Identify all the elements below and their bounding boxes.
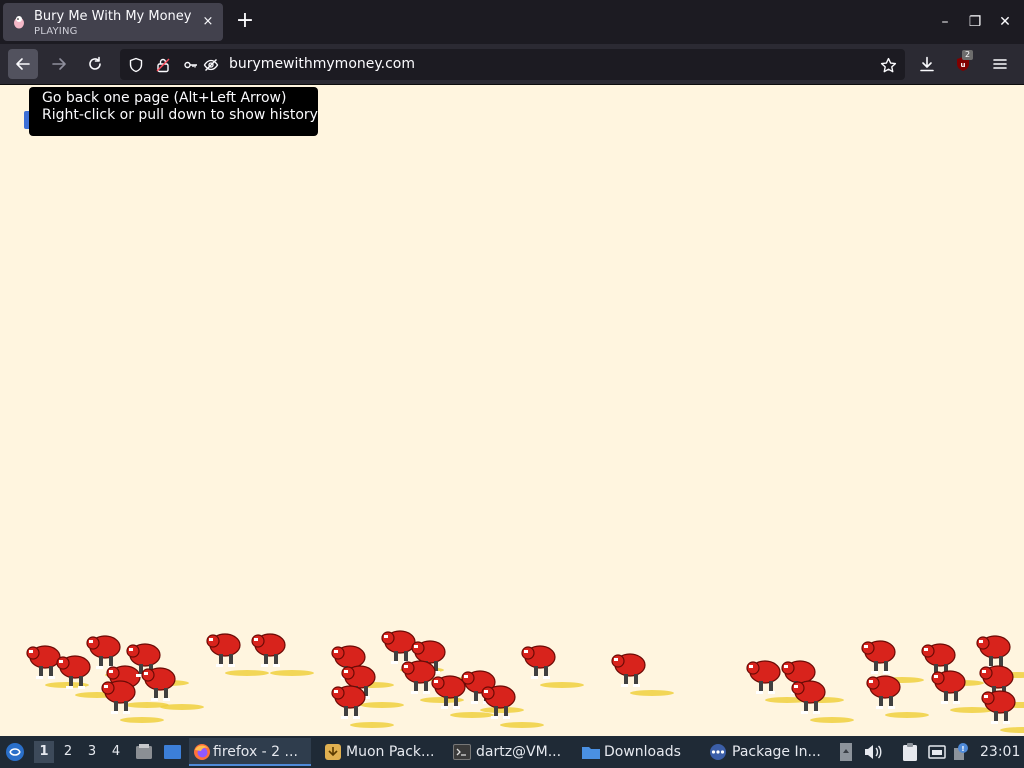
tooltip-line-2: Right-click or pull down to show history	[42, 107, 318, 123]
reload-icon	[89, 56, 101, 70]
task-package-installer[interactable]: Package In...	[708, 738, 830, 766]
folder-icon	[582, 747, 600, 759]
downloads-button[interactable]	[912, 49, 942, 79]
desktop-taskbar: 1 2 3 4 firefox - 2 ... Muon Pack... dar…	[0, 736, 1024, 768]
page-content[interactable]: Go back one page (Alt+Left Arrow) Right-…	[0, 85, 1024, 736]
workspace-1[interactable]: 1	[34, 741, 54, 763]
task-downloads-label: Downloads	[604, 744, 681, 760]
package-icon	[325, 744, 341, 760]
bookmark-star-icon[interactable]	[880, 57, 897, 74]
download-icon	[920, 56, 934, 72]
minimize-button[interactable]: –	[935, 12, 955, 32]
navigation-toolbar: burymewithmymoney.com u 2	[0, 44, 1024, 85]
window-close-button[interactable]: ✕	[995, 12, 1015, 32]
autoplay-blocked-icon[interactable]	[203, 57, 219, 73]
site-favicon-icon	[14, 16, 24, 29]
svg-text:u: u	[961, 61, 966, 69]
forward-button[interactable]	[44, 49, 74, 79]
show-desktop-icon[interactable]	[163, 743, 182, 761]
tray-scroll-up-icon[interactable]	[836, 742, 856, 762]
lock-icon[interactable]	[155, 57, 171, 73]
notification-icon[interactable]: !	[952, 742, 972, 762]
tracking-protection-shield-icon[interactable]	[128, 57, 144, 73]
hamburger-menu-icon	[993, 59, 1007, 69]
task-firefox-label: firefox - 2 ...	[213, 744, 298, 760]
tab-close-icon[interactable]: ×	[199, 13, 217, 31]
task-terminal[interactable]: dartz@VM...	[452, 738, 570, 766]
workspace-3[interactable]: 3	[82, 741, 102, 763]
task-muon-label: Muon Pack...	[346, 744, 435, 760]
start-menu-icon[interactable]	[5, 742, 25, 762]
workspace-2[interactable]: 2	[58, 741, 78, 763]
tab-playing-indicator: PLAYING	[34, 26, 78, 37]
svg-text:!: !	[961, 745, 964, 753]
taskbar-clock: 23:01	[980, 744, 1021, 760]
running-character	[866, 675, 929, 718]
tab-title: Bury Me With My Money	[34, 9, 192, 24]
task-muon-package-manager[interactable]: Muon Pack...	[322, 738, 442, 766]
task-downloads-folder[interactable]: Downloads	[580, 738, 698, 766]
forward-arrow-icon	[52, 58, 66, 70]
back-arrow-icon	[16, 58, 30, 70]
ublock-extension-button[interactable]: u 2	[948, 49, 978, 79]
task-package-installer-label: Package In...	[732, 744, 821, 760]
permissions-key-icon[interactable]	[183, 57, 199, 73]
back-button-tooltip: Go back one page (Alt+Left Arrow) Right-…	[29, 87, 318, 136]
file-manager-launcher-icon[interactable]	[135, 743, 153, 761]
firefox-icon	[194, 744, 210, 760]
address-bar[interactable]: burymewithmymoney.com	[120, 49, 905, 80]
back-button[interactable]	[8, 49, 38, 79]
running-character	[481, 685, 544, 728]
reload-button[interactable]	[80, 49, 110, 79]
tooltip-line-1: Go back one page (Alt+Left Arrow)	[42, 90, 287, 106]
game-character-crowd	[26, 630, 1024, 733]
running-character	[611, 653, 674, 696]
extension-badge: 2	[962, 50, 974, 60]
tab-bury-me-with-my-money[interactable]: Bury Me With My Money PLAYING ×	[3, 3, 223, 41]
installer-icon	[710, 744, 726, 760]
terminal-icon	[453, 744, 471, 760]
workspace-4[interactable]: 4	[106, 741, 126, 763]
running-character	[521, 645, 584, 688]
new-tab-button[interactable]: +	[233, 10, 257, 34]
task-firefox[interactable]: firefox - 2 ...	[189, 738, 311, 766]
url-text[interactable]: burymewithmymoney.com	[229, 56, 415, 73]
clipboard-icon[interactable]	[900, 742, 920, 762]
volume-icon[interactable]	[862, 742, 882, 762]
network-icon[interactable]	[927, 742, 947, 762]
app-menu-button[interactable]	[985, 49, 1015, 79]
task-terminal-label: dartz@VM...	[476, 744, 562, 760]
tab-strip: Bury Me With My Money PLAYING × + – ❐ ✕	[0, 0, 1024, 44]
maximize-button[interactable]: ❐	[965, 12, 985, 32]
running-character	[251, 633, 314, 676]
